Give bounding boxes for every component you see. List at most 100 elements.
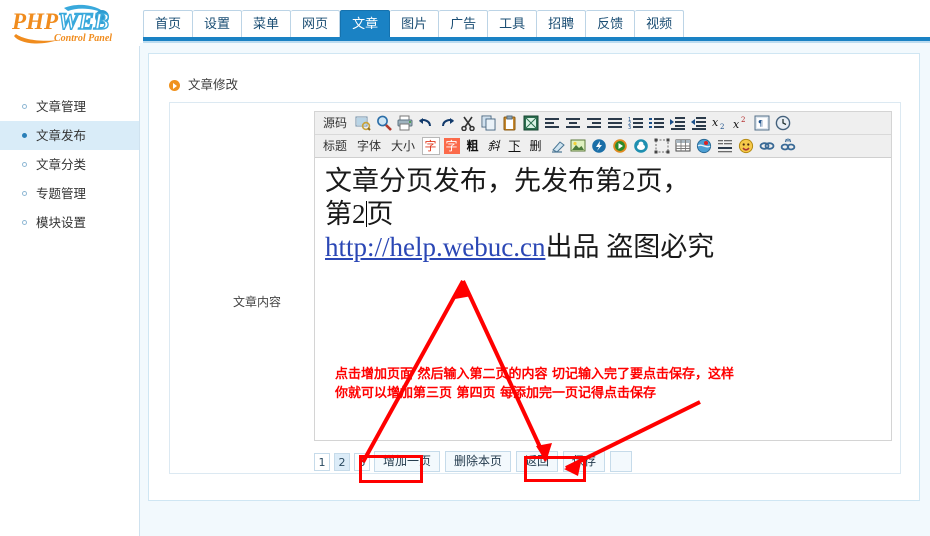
superscript-icon[interactable]: x2 bbox=[731, 114, 750, 133]
unlink-icon[interactable] bbox=[778, 137, 797, 156]
sidebar-item-label: 专题管理 bbox=[36, 186, 87, 201]
indent-increase-icon[interactable] bbox=[668, 114, 687, 133]
align-justify-icon[interactable] bbox=[605, 114, 624, 133]
strikethrough-icon-glyph: 删 bbox=[529, 139, 542, 153]
svg-text:2: 2 bbox=[720, 123, 724, 131]
insert-map-icon[interactable] bbox=[694, 137, 713, 156]
sidebar-item-0[interactable]: 文章管理 bbox=[0, 92, 139, 121]
sidebar-item-4[interactable]: 模块设置 bbox=[0, 208, 139, 237]
extra-blank-button[interactable] bbox=[610, 451, 632, 472]
main-tab-bar[interactable]: 首页 设置 菜单 网页 文章 图片 广告 工具 招聘 反馈 视频 bbox=[143, 8, 685, 38]
editor-body[interactable]: 文章分页发布，先发布第2页， 第2页 http://help.webuc.cn出… bbox=[315, 159, 891, 440]
underline-icon[interactable]: 下 bbox=[505, 137, 524, 156]
strikethrough-icon[interactable]: 删 bbox=[526, 137, 545, 156]
align-right-icon[interactable] bbox=[584, 114, 603, 133]
insert-realplayer-icon[interactable] bbox=[631, 137, 650, 156]
bulleted-list-icon[interactable] bbox=[647, 114, 666, 133]
clock-icon[interactable] bbox=[773, 114, 792, 133]
page-title-label: 文章修改 bbox=[188, 77, 239, 92]
insert-emoticon-icon[interactable] bbox=[736, 137, 755, 156]
tab-5[interactable]: 图片 bbox=[390, 10, 440, 38]
bullet-icon bbox=[22, 104, 27, 109]
svg-text:2: 2 bbox=[741, 116, 745, 124]
svg-text:x: x bbox=[712, 116, 719, 129]
content-field-label: 文章内容 bbox=[233, 295, 282, 309]
bullet-icon bbox=[22, 133, 27, 138]
sidebar-item-label: 文章分类 bbox=[36, 157, 87, 172]
sidebar-top-spacer bbox=[0, 46, 139, 92]
editor-link[interactable]: http://help.webuc.cn bbox=[325, 232, 545, 262]
remove-format-eraser-icon[interactable] bbox=[547, 137, 566, 156]
print-icon[interactable] bbox=[395, 114, 414, 133]
editor-line-2-after-caret: 页 bbox=[366, 199, 394, 229]
tab-8[interactable]: 招聘 bbox=[537, 10, 587, 38]
copy-icon[interactable] bbox=[479, 114, 498, 133]
sidebar-item-label: 文章发布 bbox=[36, 128, 87, 143]
tab-1[interactable]: 设置 bbox=[193, 10, 243, 38]
indent-decrease-icon[interactable] bbox=[689, 114, 708, 133]
highlight-box-save bbox=[524, 456, 586, 482]
bullet-icon bbox=[22, 220, 27, 225]
insert-link-icon[interactable] bbox=[757, 137, 776, 156]
paste-icon[interactable] bbox=[500, 114, 519, 133]
form-box: 文章内容 源码 1 2 3 x 2 x 2 ¶ 标题 字体 大小字字粗斜下删 文章分页发布，先发布第… bbox=[169, 102, 901, 474]
editor-toolbar-row-1[interactable]: 源码 1 2 3 x 2 x 2 ¶ bbox=[315, 112, 891, 135]
numbered-list-icon[interactable]: 123 bbox=[626, 114, 645, 133]
insert-flash-icon[interactable] bbox=[589, 137, 608, 156]
italic-icon[interactable]: 斜 bbox=[484, 137, 503, 156]
logo-graphic: PHP WEB Control Panel bbox=[11, 4, 112, 44]
tab-10[interactable]: 视频 bbox=[635, 10, 685, 38]
svg-text:WEB: WEB bbox=[58, 9, 109, 34]
svg-text:Control Panel: Control Panel bbox=[54, 33, 112, 44]
editor-toolbar-row-2[interactable]: 标题 字体 大小字字粗斜下删 bbox=[315, 135, 891, 158]
tab-0[interactable]: 首页 bbox=[143, 10, 194, 38]
bullet-icon bbox=[22, 191, 27, 196]
background-color-icon[interactable]: 字 bbox=[442, 137, 461, 156]
editor-line-3-rest: 出品 盗图必究 bbox=[545, 232, 715, 262]
source-code[interactable]: 源码 bbox=[318, 114, 352, 133]
tab-9[interactable]: 反馈 bbox=[586, 10, 636, 38]
paste-from-word-icon[interactable] bbox=[521, 114, 540, 133]
font-size[interactable]: 大小 bbox=[386, 137, 420, 156]
tab-4[interactable]: 文章 bbox=[340, 10, 391, 38]
tab-3[interactable]: 网页 bbox=[291, 10, 341, 38]
insert-frame-icon[interactable] bbox=[652, 137, 671, 156]
sidebar-item-2[interactable]: 文章分类 bbox=[0, 150, 139, 179]
tab-7[interactable]: 工具 bbox=[488, 10, 538, 38]
format-heading[interactable]: 标题 bbox=[318, 137, 352, 156]
zoom-search-icon[interactable] bbox=[374, 114, 393, 133]
page-number-2[interactable]: 2 bbox=[334, 452, 350, 471]
font-family[interactable]: 字体 bbox=[352, 137, 386, 156]
editor-line-2-before-caret: 第2 bbox=[325, 199, 366, 229]
cut-scissors-icon[interactable] bbox=[458, 114, 477, 133]
align-center-icon[interactable] bbox=[563, 114, 582, 133]
bold-icon[interactable]: 粗 bbox=[463, 137, 482, 156]
editor-line-3: http://help.webuc.cn出品 盗图必究 bbox=[325, 231, 881, 264]
insert-horizontal-rule-icon[interactable] bbox=[715, 137, 734, 156]
align-left-icon[interactable] bbox=[542, 114, 561, 133]
preview-icon[interactable] bbox=[353, 114, 372, 133]
sidebar-item-label: 模块设置 bbox=[36, 215, 87, 230]
editor-line-2: 第2页 bbox=[325, 198, 881, 231]
insert-media-player-icon[interactable] bbox=[610, 137, 629, 156]
sidebar-item-1[interactable]: 文章发布 bbox=[0, 121, 139, 150]
text-color-icon-glyph: 字 bbox=[421, 137, 440, 155]
tab-6[interactable]: 广告 bbox=[439, 10, 489, 38]
text-color-icon[interactable]: 字 bbox=[421, 137, 440, 156]
sidebar: 文章管理文章发布文章分类专题管理模块设置 bbox=[0, 46, 140, 536]
insert-table-icon[interactable] bbox=[673, 137, 692, 156]
redo-icon[interactable] bbox=[437, 114, 456, 133]
page-number-1[interactable]: 1 bbox=[314, 452, 330, 471]
page-break-icon[interactable]: ¶ bbox=[752, 114, 771, 133]
editor-line-1: 文章分页发布，先发布第2页， bbox=[325, 166, 690, 196]
subscript-icon[interactable]: x2 bbox=[710, 114, 729, 133]
page-title: 文章修改 bbox=[169, 76, 238, 94]
sidebar-item-3[interactable]: 专题管理 bbox=[0, 179, 139, 208]
delete-page-button[interactable]: 删除本页 bbox=[445, 451, 512, 472]
tab-2[interactable]: 菜单 bbox=[242, 10, 292, 38]
insert-image-icon[interactable] bbox=[568, 137, 587, 156]
undo-icon[interactable] bbox=[416, 114, 435, 133]
phpweb-logo[interactable]: PHP WEB Control Panel bbox=[6, 2, 140, 46]
bold-icon-glyph: 粗 bbox=[466, 139, 479, 153]
rich-text-editor[interactable]: 源码 1 2 3 x 2 x 2 ¶ 标题 字体 大小字字粗斜下删 文章分页发布，先发布第2页， 第… bbox=[314, 111, 892, 441]
